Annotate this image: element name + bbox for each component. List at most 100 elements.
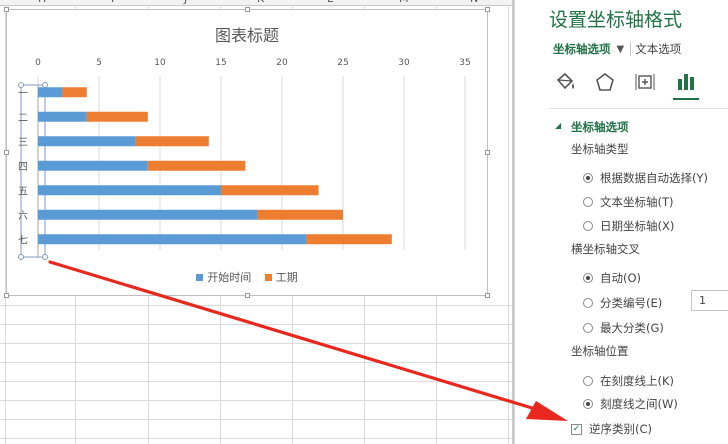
radio-cross-category-number-dot[interactable]	[583, 298, 593, 308]
x-tick-label: 30	[398, 58, 410, 68]
format-axis-pane: 设置坐标轴格式 坐标轴选项 ▼ 文本选项 ◢ 坐标轴选项 坐标轴类型 根据数据自…	[514, 0, 728, 444]
axis-position-label: 坐标轴位置	[571, 344, 629, 358]
category-label: 三	[18, 137, 28, 148]
radio-auto-select-label: 根据数据自动选择(Y)	[600, 171, 708, 185]
legend-label-start: 开始时间	[207, 271, 252, 284]
category-label: 七	[18, 234, 28, 246]
pane-title: 设置坐标轴格式	[549, 9, 683, 31]
radio-auto-select-dot[interactable]	[583, 173, 593, 183]
category-label: 一	[18, 88, 28, 99]
bar-start-time	[38, 111, 87, 122]
pentagon-icon[interactable]	[593, 70, 617, 94]
size-properties-icon[interactable]	[633, 70, 657, 94]
plot-area[interactable]: 0 5 10 15 20 25 30 35 一二三四五六七	[7, 10, 489, 297]
sheet-row-line	[0, 419, 514, 420]
bar-start-time	[38, 87, 63, 98]
radio-text-axis-dot[interactable]	[583, 197, 593, 207]
bar-duration	[147, 160, 246, 171]
radio-between-tick-marks-label: 刻度线之间(W)	[600, 397, 678, 411]
sheet-column-line	[508, 6, 509, 444]
sheet-row-line	[0, 381, 514, 382]
checkbox-reverse-label: 逆序类别(C)	[589, 422, 653, 436]
x-tick-label: 5	[96, 58, 102, 68]
sheet-row-line	[0, 343, 514, 344]
column-header-n[interactable]: N	[470, 0, 478, 5]
bar-duration	[306, 234, 392, 245]
radio-cross-category-number-label: 分类编号(E)	[600, 296, 663, 310]
sheet-row-line	[0, 362, 514, 363]
radio-between-tick-marks-dot[interactable]	[583, 399, 593, 409]
bar-chart-icon[interactable]	[674, 70, 698, 94]
radio-on-tick-marks-dot[interactable]	[583, 376, 593, 386]
axis-type-label: 坐标轴类型	[571, 142, 629, 156]
gantt-chart[interactable]: 图表标题 0 5 10 15 20 25 30 35 一二三四五六七 开始时间 工期	[4, 7, 490, 298]
tab-separator	[630, 42, 632, 56]
pane-divider	[549, 108, 728, 109]
category-label: 四	[18, 162, 28, 173]
column-header-j[interactable]: J	[184, 0, 187, 5]
axis-cross-label: 横坐标轴交叉	[571, 242, 640, 256]
bar-duration	[86, 111, 148, 122]
collapse-triangle-icon[interactable]: ◢	[555, 121, 561, 130]
x-tick-label: 0	[35, 58, 41, 68]
column-header-l[interactable]: L	[327, 0, 333, 5]
x-tick-label: 10	[154, 58, 166, 68]
radio-cross-auto[interactable]: 自动(O)	[583, 270, 641, 286]
axis-selection-handle	[42, 254, 48, 260]
bar-start-time	[38, 209, 258, 220]
sheet-row-line	[0, 305, 514, 306]
legend-swatch-start	[196, 273, 204, 281]
radio-auto-select[interactable]: 根据数据自动选择(Y)	[583, 170, 708, 186]
radio-cross-max-category[interactable]: 最大分类(G)	[583, 320, 664, 336]
bar-start-time	[38, 185, 221, 196]
bar-start-time	[38, 136, 136, 147]
radio-on-tick-marks[interactable]: 在刻度线上(K)	[583, 373, 674, 389]
radio-on-tick-marks-label: 在刻度线上(K)	[600, 374, 675, 388]
column-header-i[interactable]: I	[111, 0, 114, 5]
checkbox-reverse-box[interactable]: ✓	[571, 423, 582, 435]
tab-axis-options[interactable]: 坐标轴选项	[553, 41, 611, 57]
column-header-k[interactable]: K	[257, 0, 264, 5]
legend-item-duration[interactable]: 工期	[264, 269, 298, 285]
radio-cross-max-category-dot[interactable]	[583, 323, 593, 333]
radio-date-axis-dot[interactable]	[583, 221, 593, 231]
radio-date-axis-label: 日期坐标轴(X)	[600, 219, 675, 233]
radio-cross-auto-label: 自动(O)	[600, 271, 642, 285]
radio-text-axis-label: 文本坐标轴(T)	[600, 195, 674, 209]
x-tick-label: 25	[337, 58, 348, 68]
chevron-down-icon[interactable]: ▼	[617, 44, 625, 55]
checkbox-reverse-categories[interactable]: ✓ 逆序类别(C)	[571, 421, 652, 437]
x-tick-label: 20	[276, 58, 288, 68]
bar-duration	[62, 87, 87, 98]
legend-swatch-duration	[264, 273, 272, 281]
x-tick-label: 15	[215, 58, 226, 68]
column-header-m[interactable]: M	[399, 0, 409, 5]
pane-tabs: 坐标轴选项 ▼ 文本选项	[553, 41, 681, 57]
radio-between-tick-marks[interactable]: 刻度线之间(W)	[583, 396, 678, 412]
radio-cross-auto-dot[interactable]	[583, 273, 593, 283]
active-icon-indicator	[673, 98, 699, 100]
legend-label-duration: 工期	[275, 271, 298, 284]
legend-item-start[interactable]: 开始时间	[196, 269, 251, 285]
section-axis-options[interactable]: 坐标轴选项	[571, 119, 629, 135]
tab-text-options[interactable]: 文本选项	[635, 41, 681, 57]
category-number-input[interactable]: 1	[691, 290, 728, 311]
axis-selection-handle	[18, 254, 24, 260]
bar-duration	[257, 209, 343, 220]
x-tick-label: 35	[459, 58, 470, 68]
bar-start-time	[38, 234, 307, 245]
column-header-h[interactable]: H	[38, 0, 46, 5]
sheet-row-line	[0, 438, 514, 439]
sheet-row-line	[0, 400, 514, 401]
radio-date-axis[interactable]: 日期坐标轴(X)	[583, 218, 674, 234]
radio-text-axis[interactable]: 文本坐标轴(T)	[583, 194, 674, 210]
radio-cross-category-number[interactable]: 分类编号(E)	[583, 295, 662, 311]
sheet-row-line	[0, 324, 514, 325]
category-label: 六	[18, 210, 28, 222]
chart-legend[interactable]: 开始时间 工期	[7, 269, 487, 285]
category-label: 二	[18, 113, 28, 124]
bar-start-time	[38, 160, 148, 171]
radio-cross-max-category-label: 最大分类(G)	[600, 321, 664, 335]
spreadsheet-area[interactable]: H I J K L M N 图表标题 05101520253035一二三四五六七…	[0, 0, 514, 444]
paint-bucket-icon[interactable]	[553, 70, 577, 94]
